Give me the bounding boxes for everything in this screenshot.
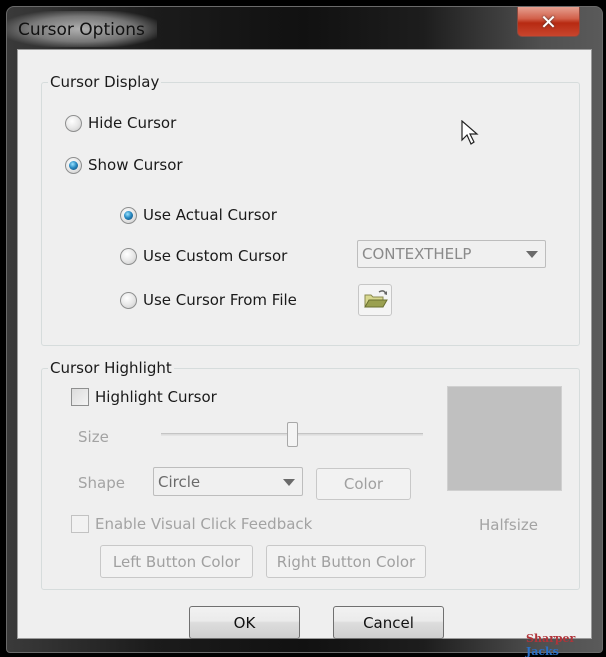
watermark-part1: Sharper (526, 632, 576, 645)
use-actual-cursor-label: Use Actual Cursor (143, 206, 277, 224)
radio-indicator (65, 114, 82, 132)
custom-cursor-value: CONTEXTHELP (362, 245, 472, 263)
size-slider-thumb[interactable] (286, 422, 298, 447)
enable-visual-click-feedback-checkbox[interactable]: Enable Visual Click Feedback (71, 515, 312, 533)
ok-button[interactable]: OK (189, 606, 300, 639)
preview-caption: Halfsize (479, 516, 539, 534)
highlight-cursor-checkbox[interactable]: Highlight Cursor (71, 388, 217, 406)
watermark-part2: Jacks (526, 645, 559, 657)
hide-cursor-label: Hide Cursor (88, 114, 177, 132)
radio-indicator (120, 291, 137, 309)
custom-cursor-select[interactable]: CONTEXTHELP (357, 240, 546, 268)
use-cursor-from-file-radio[interactable]: Use Cursor From File (120, 291, 297, 309)
highlight-cursor-label: Highlight Cursor (95, 388, 217, 406)
radio-indicator-checked (120, 206, 137, 224)
use-cursor-from-file-label: Use Cursor From File (143, 291, 297, 309)
dialog-body: Cursor Display Hide Cursor Show Cursor U… (17, 49, 592, 657)
show-cursor-label: Show Cursor (88, 156, 183, 174)
mouse-pointer-icon (461, 120, 479, 145)
browse-cursor-file-button[interactable] (358, 284, 392, 316)
cursor-options-dialog: Cursor Options ✕ Cursor Display Hide Cur… (6, 6, 603, 657)
left-button-color-button[interactable]: Left Button Color (100, 545, 253, 578)
use-actual-cursor-radio[interactable]: Use Actual Cursor (120, 206, 277, 224)
close-button[interactable]: ✕ (517, 7, 580, 37)
show-cursor-radio[interactable]: Show Cursor (65, 156, 183, 174)
use-custom-cursor-label: Use Custom Cursor (143, 247, 288, 265)
close-icon: ✕ (540, 9, 557, 34)
cursor-display-label: Cursor Display (48, 73, 162, 91)
hide-cursor-radio[interactable]: Hide Cursor (65, 114, 176, 132)
cancel-button[interactable]: Cancel (333, 606, 444, 639)
color-button[interactable]: Color (316, 468, 411, 500)
cursor-highlight-label: Cursor Highlight (48, 359, 174, 377)
folder-open-icon (364, 290, 388, 308)
shape-label: Shape (78, 474, 125, 492)
chevron-down-icon (526, 251, 538, 258)
enable-visual-click-feedback-label: Enable Visual Click Feedback (95, 515, 313, 533)
shape-value: Circle (158, 472, 201, 491)
use-custom-cursor-radio[interactable]: Use Custom Cursor (120, 247, 287, 265)
shape-select[interactable]: Circle (153, 467, 303, 496)
radio-indicator (120, 247, 137, 265)
watermark: Sharper Jacks (526, 632, 591, 657)
checkbox-indicator (71, 515, 89, 533)
right-button-color-button[interactable]: Right Button Color (266, 545, 426, 578)
size-label: Size (78, 428, 109, 446)
highlight-preview (447, 386, 562, 491)
window-title: Cursor Options (18, 20, 145, 40)
chevron-down-icon (283, 478, 295, 486)
radio-indicator-checked (65, 156, 82, 174)
checkbox-indicator (71, 388, 89, 406)
